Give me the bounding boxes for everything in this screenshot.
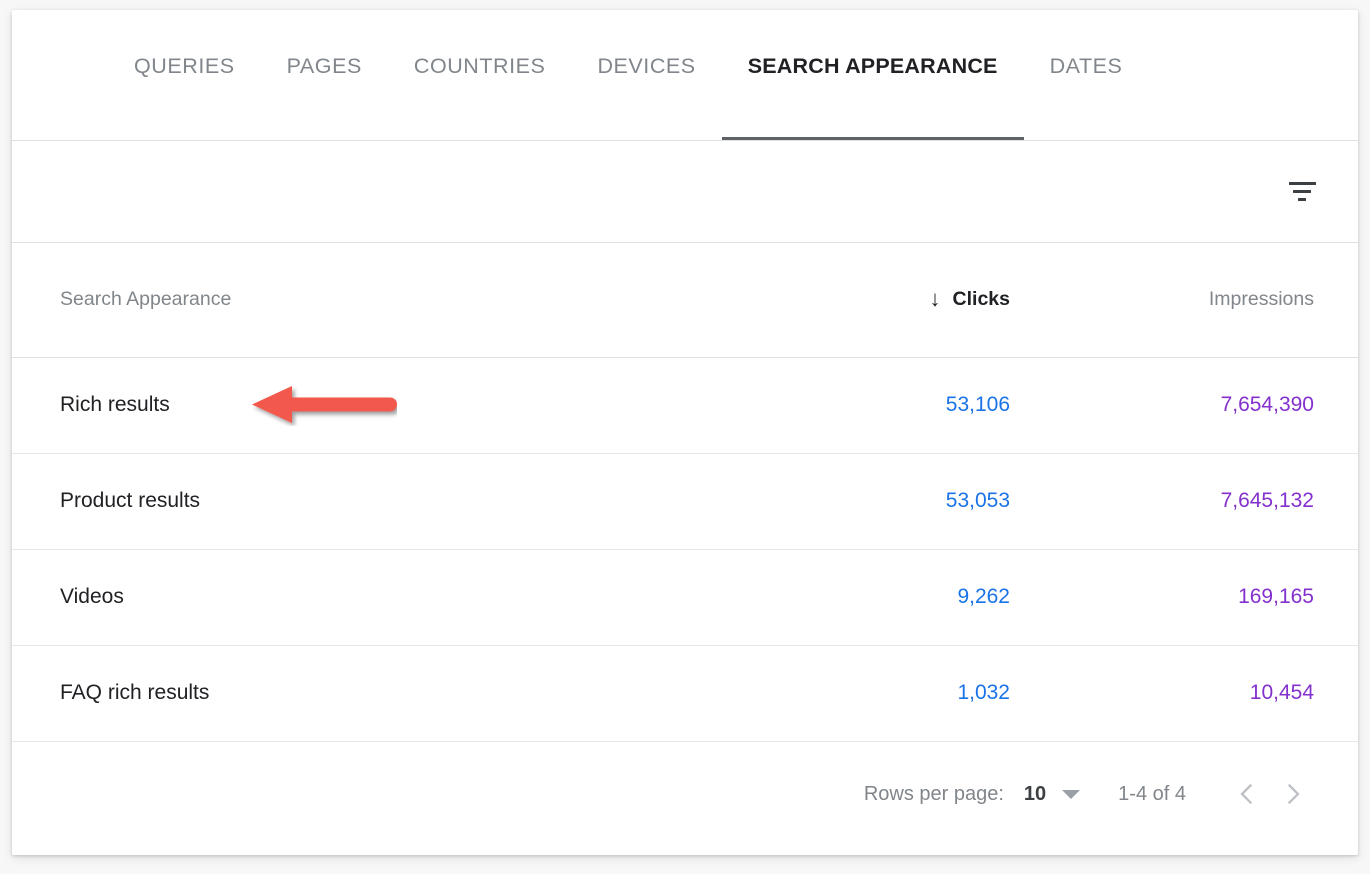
active-tab-indicator: [722, 137, 1024, 140]
row-label: Videos: [60, 585, 124, 608]
table-row[interactable]: Rich results 53,106 7,654,390: [12, 357, 1358, 453]
tab-pages[interactable]: PAGES: [261, 10, 388, 140]
previous-page-button[interactable]: [1224, 771, 1270, 817]
column-header-label: Impressions: [1209, 288, 1314, 310]
sort-descending-icon: ↓: [930, 288, 941, 310]
rows-per-page-label: Rows per page:: [864, 783, 1004, 806]
table-header: Search Appearance ↓ Clicks Impressions: [12, 243, 1358, 357]
annotation-arrow-icon: [252, 384, 397, 426]
chevron-left-icon: [1234, 781, 1260, 807]
table-row[interactable]: Videos 9,262 169,165: [12, 549, 1358, 645]
column-header-search-appearance[interactable]: Search Appearance: [12, 243, 712, 357]
search-appearance-table: Search Appearance ↓ Clicks Impressions R…: [12, 243, 1358, 742]
cell-impressions: 169,165: [1054, 549, 1358, 645]
tab-search-appearance[interactable]: SEARCH APPEARANCE: [722, 10, 1024, 140]
table-row[interactable]: FAQ rich results 1,032 10,454: [12, 645, 1358, 741]
cell-clicks: 53,106: [712, 357, 1054, 453]
tab-label: QUERIES: [134, 54, 235, 79]
next-page-button[interactable]: [1270, 771, 1316, 817]
tab-label: SEARCH APPEARANCE: [748, 54, 998, 79]
column-header-label: Search Appearance: [60, 288, 231, 310]
row-label: FAQ rich results: [60, 681, 209, 704]
tab-label: COUNTRIES: [414, 54, 546, 79]
filter-icon-bar-1: [1289, 182, 1316, 185]
filter-icon-bar-2: [1293, 190, 1311, 193]
table-toolbar: [12, 141, 1358, 243]
cell-search-appearance: FAQ rich results: [12, 645, 712, 741]
table-header-row: Search Appearance ↓ Clicks Impressions: [12, 243, 1358, 357]
tab-label: DATES: [1050, 54, 1123, 79]
tab-list: QUERIES PAGES COUNTRIES DEVICES SEARCH A…: [12, 10, 1358, 140]
column-header-label: Clicks: [953, 288, 1010, 311]
pagination-bar: Rows per page: 10 1-4 of 4: [12, 742, 1358, 847]
filter-icon-bar-3: [1298, 198, 1306, 201]
tab-countries[interactable]: COUNTRIES: [388, 10, 572, 140]
cell-clicks: 9,262: [712, 549, 1054, 645]
tab-label: DEVICES: [597, 54, 695, 79]
rows-per-page-value[interactable]: 10: [1024, 783, 1046, 806]
cell-search-appearance: Product results: [12, 453, 712, 549]
chevron-down-icon[interactable]: [1062, 790, 1080, 799]
cell-search-appearance: Rich results: [12, 357, 712, 453]
row-label: Product results: [60, 489, 200, 512]
performance-card: QUERIES PAGES COUNTRIES DEVICES SEARCH A…: [12, 10, 1358, 855]
cell-impressions: 7,645,132: [1054, 453, 1358, 549]
column-header-clicks[interactable]: ↓ Clicks: [712, 243, 1054, 357]
cell-clicks: 1,032: [712, 645, 1054, 741]
tab-bar: QUERIES PAGES COUNTRIES DEVICES SEARCH A…: [12, 10, 1358, 141]
tab-queries[interactable]: QUERIES: [108, 10, 261, 140]
filter-icon[interactable]: [1280, 170, 1324, 214]
row-label: Rich results: [60, 393, 170, 416]
tab-dates[interactable]: DATES: [1024, 10, 1149, 140]
table-row[interactable]: Product results 53,053 7,645,132: [12, 453, 1358, 549]
cell-clicks: 53,053: [712, 453, 1054, 549]
table-body: Rich results 53,106 7,654,390: [12, 357, 1358, 741]
cell-search-appearance: Videos: [12, 549, 712, 645]
cell-impressions: 7,654,390: [1054, 357, 1358, 453]
cell-impressions: 10,454: [1054, 645, 1358, 741]
tab-devices[interactable]: DEVICES: [571, 10, 721, 140]
tab-label: PAGES: [287, 54, 362, 79]
chevron-right-icon: [1280, 781, 1306, 807]
pagination-range: 1-4 of 4: [1118, 783, 1186, 806]
column-header-impressions[interactable]: Impressions: [1054, 243, 1358, 357]
